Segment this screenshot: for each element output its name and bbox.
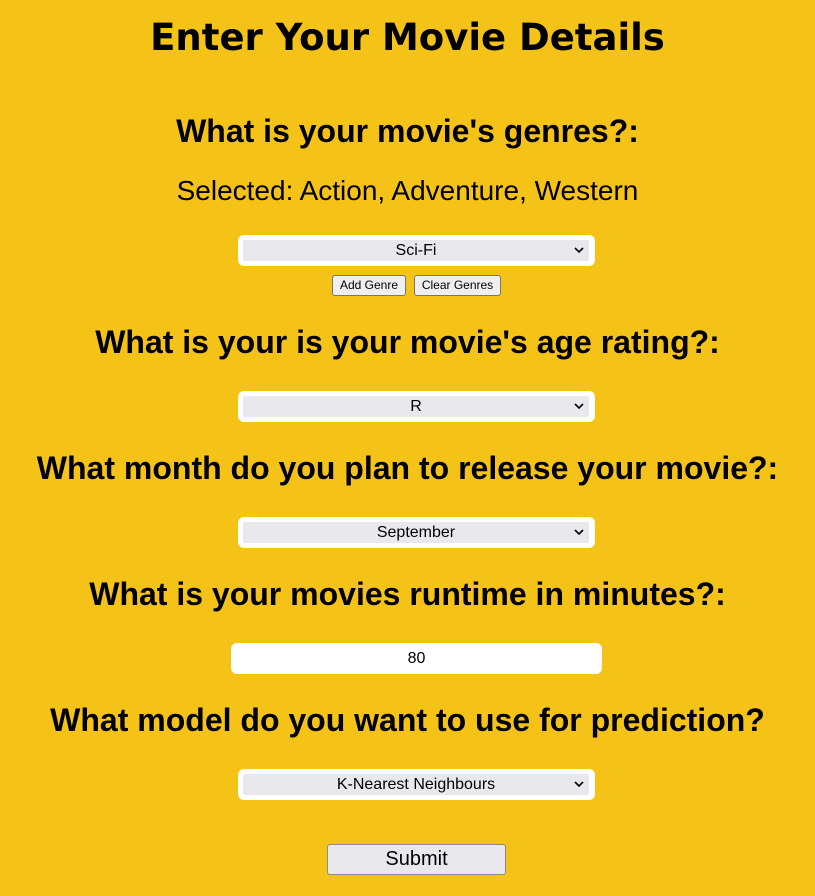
- age-rating-select-value: R: [410, 398, 422, 415]
- release-month-select[interactable]: September: [238, 517, 595, 548]
- runtime-input[interactable]: 80: [231, 643, 602, 674]
- chevron-down-icon: [574, 781, 584, 788]
- age-rating-select-box[interactable]: R: [243, 396, 589, 417]
- selected-genres-text: Selected: Action, Adventure, Western: [176, 175, 639, 206]
- model-select-value: K-Nearest Neighbours: [336, 776, 496, 793]
- genres-question: What is your movie's genres?:: [176, 113, 639, 149]
- genre-select-value: Sci-Fi: [395, 242, 437, 259]
- age-rating-question: What is your is your movie's age rating?…: [95, 324, 720, 360]
- submit-button[interactable]: Submit: [327, 844, 506, 875]
- clear-genres-button[interactable]: Clear Genres: [414, 275, 501, 296]
- chevron-down-icon: [574, 403, 584, 410]
- genre-select[interactable]: Sci-Fi: [238, 235, 595, 266]
- model-select[interactable]: K-Nearest Neighbours: [238, 769, 595, 800]
- model-question: What model do you want to use for predic…: [50, 702, 765, 738]
- chevron-down-icon: [574, 529, 584, 536]
- add-genre-button[interactable]: Add Genre: [332, 275, 406, 296]
- page-title: Enter Your Movie Details: [150, 16, 665, 59]
- model-select-box[interactable]: K-Nearest Neighbours: [243, 774, 589, 795]
- release-month-select-value: September: [376, 524, 456, 541]
- release-month-question: What month do you plan to release your m…: [36, 450, 779, 486]
- release-month-select-box[interactable]: September: [243, 522, 589, 543]
- chevron-down-icon: [574, 247, 584, 254]
- runtime-question: What is your movies runtime in minutes?:: [89, 576, 726, 612]
- genre-select-box[interactable]: Sci-Fi: [243, 240, 589, 261]
- age-rating-select[interactable]: R: [238, 391, 595, 422]
